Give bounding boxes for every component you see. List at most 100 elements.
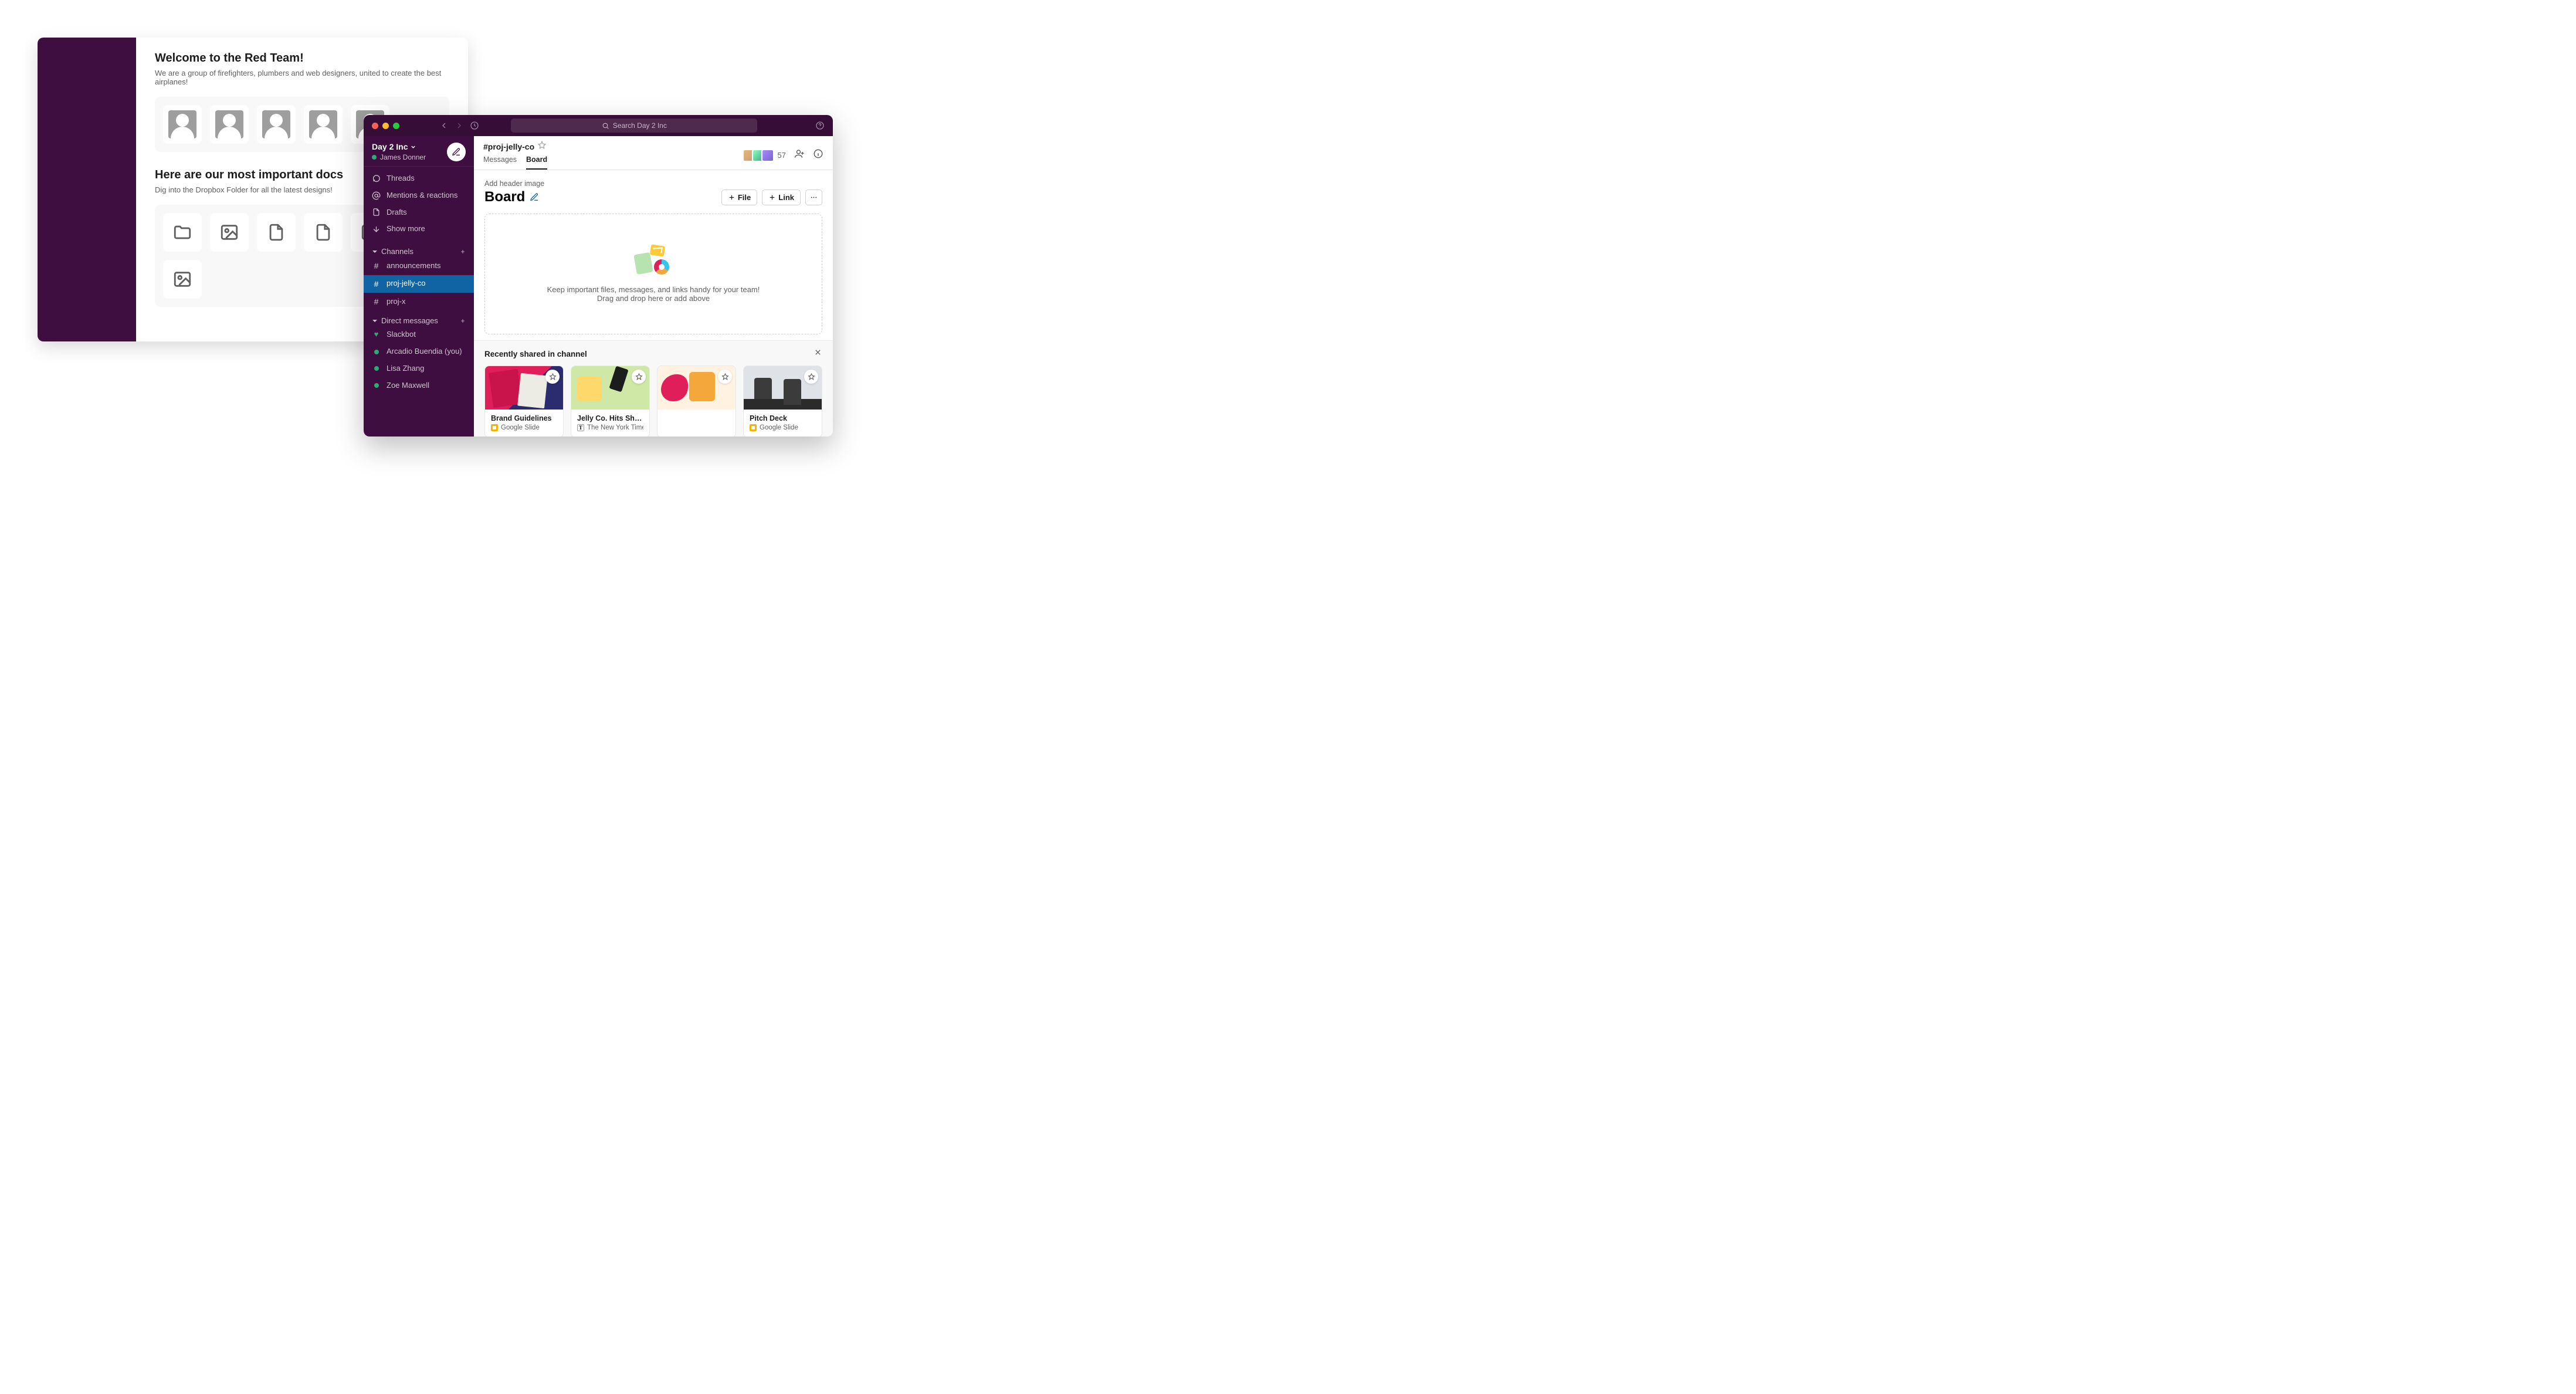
recent-card[interactable] (657, 366, 736, 437)
maximize-window-button[interactable] (393, 123, 399, 129)
add-file-button[interactable]: File (721, 190, 757, 205)
sidebar-item-threads[interactable]: Threads (364, 170, 474, 187)
dm-item[interactable]: Lisa Zhang (364, 360, 474, 377)
recently-shared-section: Recently shared in channel Brand Guideli… (474, 340, 833, 437)
sidebar-item-show-more[interactable]: Show more (364, 221, 474, 238)
pin-icon (549, 373, 557, 381)
more-actions-button[interactable] (805, 190, 822, 205)
recent-card[interactable]: Jelly Co. Hits Shelve… TThe New York Tim… (571, 366, 650, 437)
tab-messages[interactable]: Messages (483, 155, 517, 170)
window-controls (372, 123, 399, 129)
history-button[interactable] (470, 121, 479, 130)
person-tile[interactable] (304, 105, 343, 144)
search-placeholder-text: Search Day 2 Inc (613, 121, 667, 130)
add-people-button[interactable] (794, 148, 805, 162)
main-panel: #proj-jelly-co Messages Board (474, 136, 833, 437)
board-title[interactable]: Board (484, 189, 539, 205)
doc-tile[interactable] (163, 260, 202, 299)
card-source: The New York Times (587, 424, 643, 431)
sidebar-item-mentions[interactable]: Mentions & reactions (364, 187, 474, 204)
canvas-welcome-title: Welcome to the Red Team! (155, 52, 449, 65)
person-tile[interactable] (210, 105, 249, 144)
hash-icon: # (372, 295, 381, 308)
channel-name: proj-x (387, 296, 406, 308)
hash-icon: # (372, 278, 381, 290)
channel-title[interactable]: #proj-jelly-co (483, 142, 534, 151)
nav-forward-button[interactable] (455, 121, 464, 130)
dropzone-text-2: Drag and drop here or add above (547, 294, 760, 303)
channel-tabs: Messages Board (483, 155, 547, 170)
sidebar-item-label: Mentions & reactions (387, 190, 457, 202)
dm-item[interactable]: Zoe Maxwell (364, 377, 474, 394)
workspace-user: James Donner (372, 153, 426, 161)
nav-back-button[interactable] (439, 121, 449, 130)
sidebar: Day 2 Inc James Donner Threads Mentions … (364, 136, 474, 437)
minimize-window-button[interactable] (382, 123, 389, 129)
presence-indicator-icon (374, 350, 379, 354)
file-icon (266, 222, 286, 242)
more-icon (810, 194, 818, 201)
doc-tile[interactable] (304, 213, 343, 252)
pin-button[interactable] (804, 370, 818, 384)
recent-card[interactable]: Pitch Deck Google Slide (743, 366, 822, 437)
channel-details-button[interactable] (813, 148, 823, 162)
add-link-button[interactable]: Link (762, 190, 801, 205)
top-bar: Search Day 2 Inc (364, 115, 833, 136)
edit-icon (530, 192, 539, 202)
doc-tile[interactable] (163, 213, 202, 252)
add-dm-button[interactable] (460, 318, 466, 324)
caret-down-icon (372, 249, 378, 255)
dm-item[interactable]: ♥Slackbot (364, 326, 474, 343)
pin-icon (808, 373, 815, 381)
canvas-sidebar-stripe (38, 38, 136, 341)
compose-button[interactable] (447, 143, 466, 161)
member-avatars[interactable] (746, 149, 774, 162)
channel-header: #proj-jelly-co Messages Board (474, 136, 833, 170)
board-dropzone[interactable]: Keep important files, messages, and link… (484, 214, 822, 334)
card-title: Pitch Deck (750, 414, 816, 422)
workspace-header[interactable]: Day 2 Inc James Donner (364, 136, 474, 167)
recent-card[interactable]: Brand Guidelines Google Slide (484, 366, 564, 437)
channel-item[interactable]: #announcements (364, 257, 474, 275)
arrow-down-icon (372, 225, 381, 234)
channel-name: proj-jelly-co (387, 278, 425, 290)
channel-item[interactable]: # proj-x (364, 293, 474, 310)
pin-button[interactable] (632, 370, 646, 384)
help-button[interactable] (815, 121, 825, 130)
add-channel-button[interactable] (460, 249, 466, 255)
card-source: Google Slide (760, 424, 798, 431)
avatar-placeholder-icon (262, 110, 290, 138)
channel-name: announcements (387, 260, 441, 272)
doc-tile[interactable] (257, 213, 296, 252)
sidebar-section-channels[interactable]: Channels (364, 241, 474, 257)
nyt-icon: T (577, 424, 584, 431)
at-icon (372, 191, 381, 200)
person-tile[interactable] (257, 105, 296, 144)
dm-item[interactable]: Arcadio Buendia (you) (364, 343, 474, 360)
avatar (761, 149, 774, 162)
plus-icon (768, 194, 776, 201)
channel-item[interactable]: # proj-jelly-co (364, 275, 474, 293)
presence-indicator-icon (374, 383, 379, 388)
board-area: Add header image Board File Link (474, 170, 833, 340)
add-header-image-button[interactable]: Add header image (484, 180, 822, 188)
dropzone-illustration-icon (633, 245, 674, 277)
dismiss-recently-shared-button[interactable] (814, 348, 822, 360)
star-button[interactable] (538, 141, 546, 152)
person-tile[interactable] (163, 105, 202, 144)
pin-button[interactable] (718, 370, 732, 384)
sidebar-item-drafts[interactable]: Drafts (364, 204, 474, 221)
sidebar-section-dms[interactable]: Direct messages (364, 310, 474, 326)
dm-name: Zoe Maxwell (387, 380, 429, 392)
search-input[interactable]: Search Day 2 Inc (511, 119, 757, 133)
workspace-name: Day 2 Inc (372, 142, 426, 151)
member-count[interactable]: 57 (778, 151, 786, 160)
pin-button[interactable] (545, 370, 560, 384)
compose-icon (452, 147, 461, 157)
sidebar-item-label: Show more (387, 223, 425, 235)
close-window-button[interactable] (372, 123, 378, 129)
tab-board[interactable]: Board (526, 155, 547, 170)
doc-tile[interactable] (210, 213, 249, 252)
sidebar-item-label: Threads (387, 172, 415, 185)
section-label: Direct messages (381, 316, 438, 325)
